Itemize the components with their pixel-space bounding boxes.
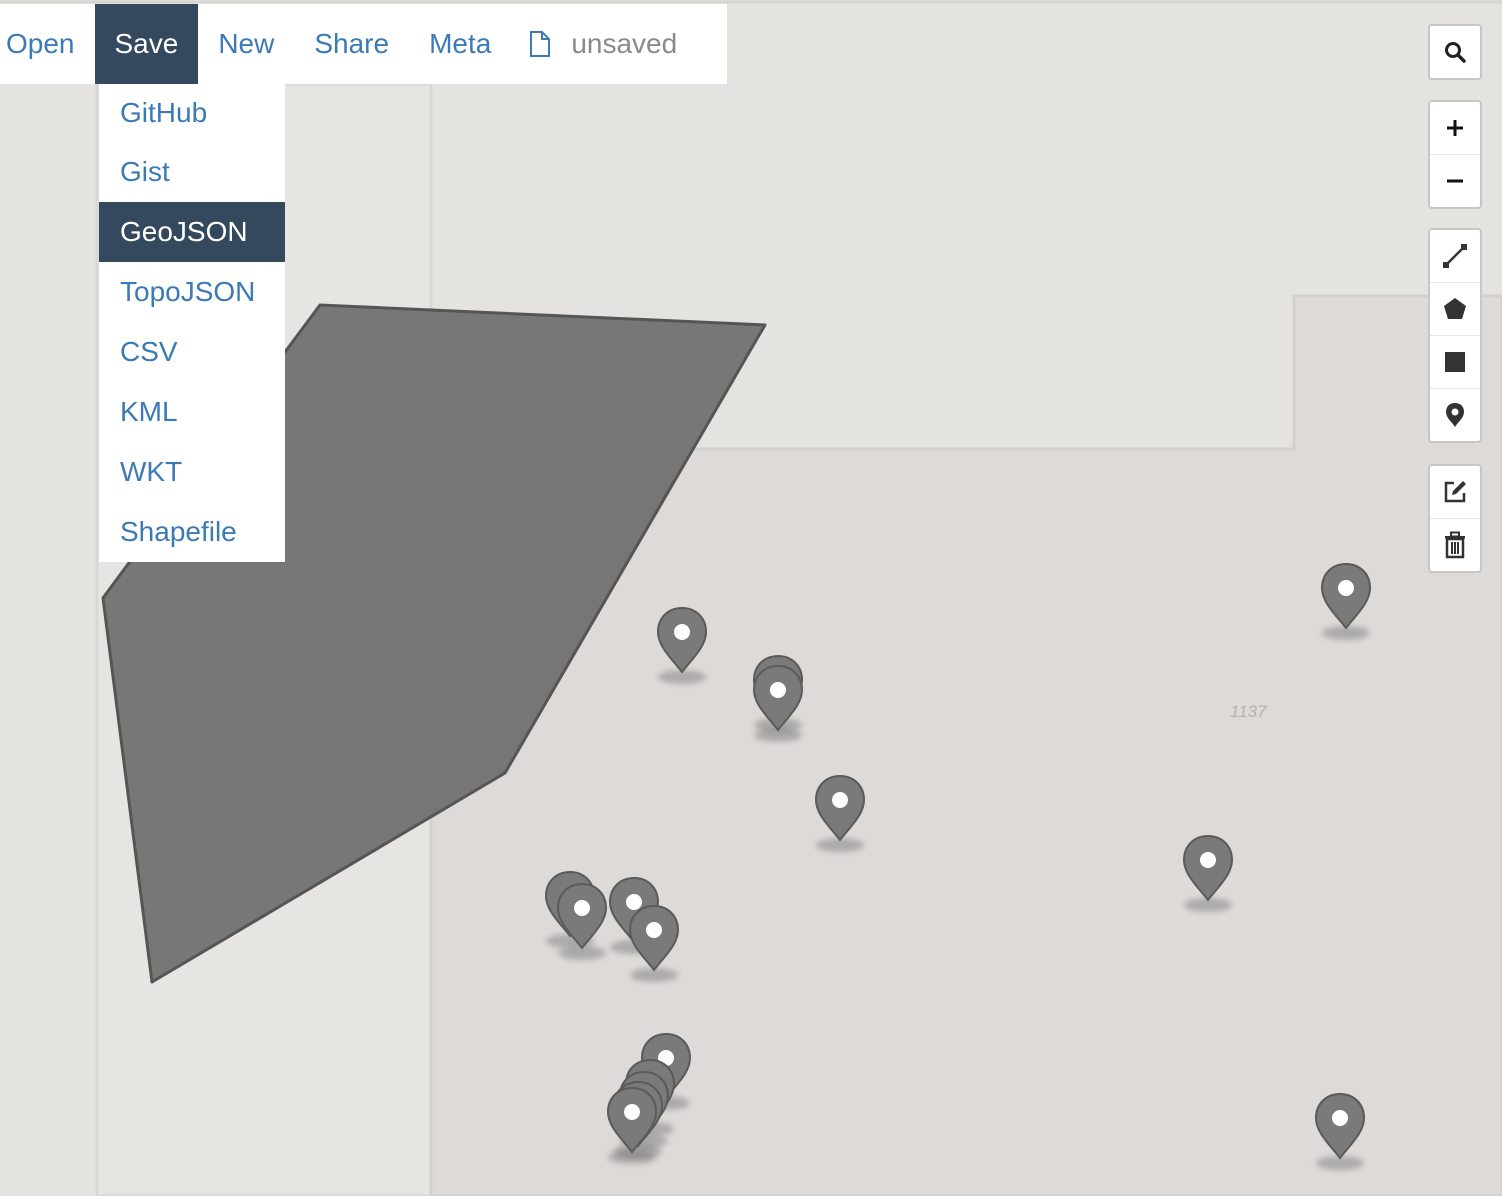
draw-toolbar xyxy=(1428,228,1482,443)
search-button[interactable] xyxy=(1430,26,1480,78)
draw-marker-button[interactable] xyxy=(1430,388,1480,441)
zoom-out-button[interactable] xyxy=(1430,154,1480,207)
save-option-geojson[interactable]: GeoJSON xyxy=(99,202,285,262)
map-marker[interactable] xyxy=(558,884,606,960)
save-dropdown: GitHub Gist GeoJSON TopoJSON CSV KML WKT… xyxy=(99,84,285,562)
save-option-shapefile[interactable]: Shapefile xyxy=(99,502,285,562)
plus-icon xyxy=(1447,120,1463,136)
minus-icon xyxy=(1447,179,1463,183)
menu-new[interactable]: New xyxy=(198,4,294,84)
search-control xyxy=(1428,24,1482,80)
file-icon xyxy=(530,31,551,57)
draw-polygon-button[interactable] xyxy=(1430,282,1480,335)
edit-toolbar xyxy=(1428,464,1482,573)
zoom-control xyxy=(1428,100,1482,209)
map-marker[interactable] xyxy=(816,776,864,852)
save-option-github[interactable]: GitHub xyxy=(99,84,285,142)
map-marker[interactable] xyxy=(608,1088,656,1164)
marker-icon xyxy=(1446,403,1464,427)
menu-meta[interactable]: Meta xyxy=(409,4,511,84)
map-marker[interactable] xyxy=(1316,1094,1364,1170)
edit-icon xyxy=(1444,481,1466,503)
trash-icon xyxy=(1445,531,1465,559)
search-icon xyxy=(1445,42,1466,63)
map-marker[interactable] xyxy=(630,906,678,982)
map-marker[interactable] xyxy=(658,608,706,684)
parcel-number-label: 1137 xyxy=(1230,702,1267,721)
draw-polyline-button[interactable] xyxy=(1430,230,1480,282)
save-option-topojson[interactable]: TopoJSON xyxy=(99,262,285,322)
draw-rectangle-button[interactable] xyxy=(1430,335,1480,388)
menu-share[interactable]: Share xyxy=(294,4,409,84)
save-status: unsaved xyxy=(511,4,677,84)
edit-layers-button[interactable] xyxy=(1430,466,1480,518)
map-marker[interactable] xyxy=(754,666,802,742)
rectangle-icon xyxy=(1445,352,1465,372)
map-marker[interactable] xyxy=(1184,836,1232,912)
save-option-kml[interactable]: KML xyxy=(99,382,285,442)
save-status-text: unsaved xyxy=(571,28,678,59)
menu-open[interactable]: Open xyxy=(0,4,95,84)
save-option-wkt[interactable]: WKT xyxy=(99,442,285,502)
save-option-gist[interactable]: Gist xyxy=(99,142,285,202)
zoom-in-button[interactable] xyxy=(1430,102,1480,154)
save-option-csv[interactable]: CSV xyxy=(99,322,285,382)
map-marker[interactable] xyxy=(1322,564,1370,640)
polyline-icon xyxy=(1443,244,1467,268)
menu-save[interactable]: Save xyxy=(94,4,199,84)
delete-layers-button[interactable] xyxy=(1430,518,1480,571)
polygon-icon xyxy=(1444,298,1466,319)
top-menu-bar: Open Save New Share Meta unsaved xyxy=(0,4,727,84)
